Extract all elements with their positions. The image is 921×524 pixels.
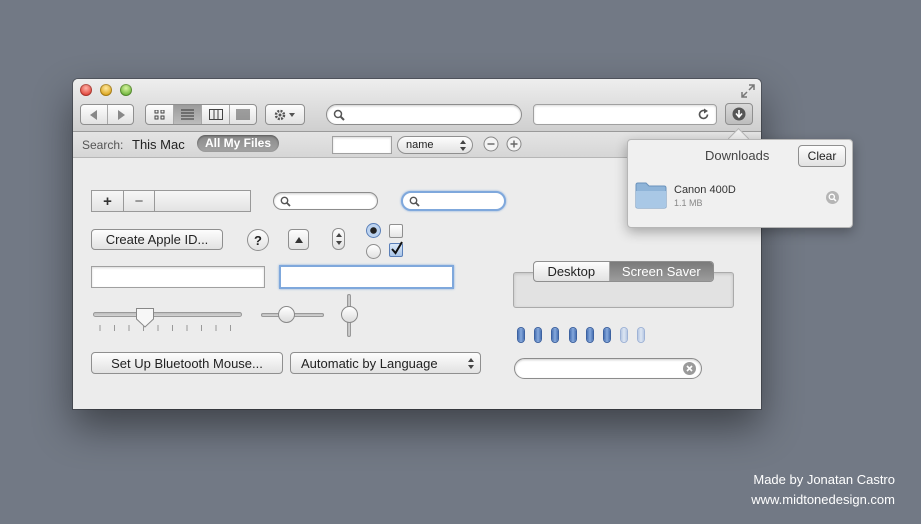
gear-icon xyxy=(274,109,295,120)
search-icon xyxy=(409,196,420,207)
finder-window: Search: This Mac All My Files name + − C… xyxy=(73,79,761,409)
radio-unselected[interactable] xyxy=(366,244,381,259)
search-icon xyxy=(280,196,291,207)
sort-popup[interactable]: name xyxy=(397,136,473,154)
scope-all-my-files[interactable]: All My Files xyxy=(197,135,280,152)
download-item-name[interactable]: Canon 400D xyxy=(674,184,736,196)
search-field-focused[interactable] xyxy=(401,191,506,211)
language-popup-value: Automatic by Language xyxy=(301,355,438,371)
back-button[interactable] xyxy=(81,105,108,124)
checkbox-checked[interactable] xyxy=(389,241,403,257)
add-remove-bar: + − xyxy=(91,190,251,212)
coverflow-view-button[interactable] xyxy=(230,105,256,124)
list-view-button[interactable] xyxy=(174,105,202,124)
forward-button[interactable] xyxy=(108,105,133,124)
downloads-button[interactable] xyxy=(725,103,753,125)
fullscreen-icon[interactable] xyxy=(741,84,755,98)
coverflow-view-icon xyxy=(236,109,250,120)
credit-author: Made by Jonatan Castro xyxy=(753,472,895,487)
checkbox-unchecked[interactable] xyxy=(389,224,403,238)
folder-icon[interactable] xyxy=(635,182,667,209)
updown-arrows-icon xyxy=(460,140,466,151)
address-field[interactable] xyxy=(533,104,717,125)
slider-thumb-vertical[interactable] xyxy=(341,306,358,323)
view-mode-control xyxy=(145,104,257,125)
level-segment-filled xyxy=(604,328,610,342)
clear-icon[interactable] xyxy=(683,362,696,375)
search-field-cancel[interactable] xyxy=(514,358,702,379)
checkmark-icon xyxy=(391,241,403,255)
level-segment-empty xyxy=(638,328,645,342)
downloads-title: Downloads xyxy=(705,148,770,163)
column-view-icon xyxy=(208,109,223,120)
minimize-button[interactable] xyxy=(100,84,112,96)
set-up-bluetooth-mouse-button[interactable]: Set Up Bluetooth Mouse... xyxy=(91,352,283,374)
column-view-button[interactable] xyxy=(202,105,230,124)
zoom-button[interactable] xyxy=(120,84,132,96)
disclosure-button[interactable] xyxy=(288,229,309,250)
toolbar-search-field[interactable] xyxy=(326,104,522,125)
level-segment-filled xyxy=(518,328,524,342)
level-segment-filled xyxy=(552,328,559,342)
search-field-small[interactable] xyxy=(273,192,378,210)
tab-control: Desktop Screen Saver xyxy=(533,261,714,282)
radio-selected[interactable] xyxy=(366,223,381,238)
search-label: Search: xyxy=(82,138,124,152)
scope-this-mac[interactable]: This Mac xyxy=(132,137,185,152)
icon-view-button[interactable] xyxy=(146,105,174,124)
create-apple-id-button[interactable]: Create Apple ID... xyxy=(91,229,223,250)
slider-track-ticked xyxy=(93,312,242,317)
text-field-focused[interactable] xyxy=(279,265,454,289)
level-segment-filled xyxy=(569,328,576,342)
slider-ticks xyxy=(99,325,231,331)
remove-criteria-button[interactable] xyxy=(483,136,499,152)
forward-arrow-icon xyxy=(117,109,125,120)
tab-desktop[interactable]: Desktop xyxy=(534,262,610,281)
icon-view-icon xyxy=(154,109,164,119)
add-button[interactable]: + xyxy=(92,191,124,211)
title-bar xyxy=(73,79,761,132)
back-forward-control xyxy=(80,104,134,125)
close-button[interactable] xyxy=(80,84,92,96)
stepper[interactable] xyxy=(332,228,345,250)
level-segment-filled xyxy=(535,328,542,342)
clear-downloads-button[interactable]: Clear xyxy=(798,145,846,167)
add-criteria-button[interactable] xyxy=(506,136,522,152)
slider-thumb-small[interactable] xyxy=(278,306,295,323)
help-button[interactable]: ? xyxy=(247,229,269,251)
tab-screen-saver[interactable]: Screen Saver xyxy=(609,262,713,281)
download-icon xyxy=(732,107,746,121)
level-segment-empty xyxy=(621,328,628,342)
level-segment-filled xyxy=(586,328,593,342)
action-menu-button[interactable] xyxy=(265,104,305,125)
credit-website: www.midtonedesign.com xyxy=(751,492,895,507)
downloads-popover: Downloads Clear Canon 400D 1.1 MB xyxy=(627,139,853,228)
search-criteria-field[interactable] xyxy=(332,136,392,154)
download-item-size: 1.1 MB xyxy=(674,198,703,208)
updown-arrows-icon xyxy=(468,358,474,369)
back-arrow-icon xyxy=(90,109,97,120)
search-icon xyxy=(333,109,345,121)
reload-icon[interactable] xyxy=(697,108,710,121)
list-view-icon xyxy=(181,109,194,120)
triangle-up-icon xyxy=(294,236,303,243)
stepper-arrows-icon xyxy=(335,233,342,245)
remove-button[interactable]: − xyxy=(124,191,155,211)
sort-popup-value: name xyxy=(406,139,434,151)
text-field[interactable] xyxy=(91,266,265,288)
language-popup[interactable]: Automatic by Language xyxy=(290,352,481,374)
reveal-in-finder-icon[interactable] xyxy=(826,191,839,204)
